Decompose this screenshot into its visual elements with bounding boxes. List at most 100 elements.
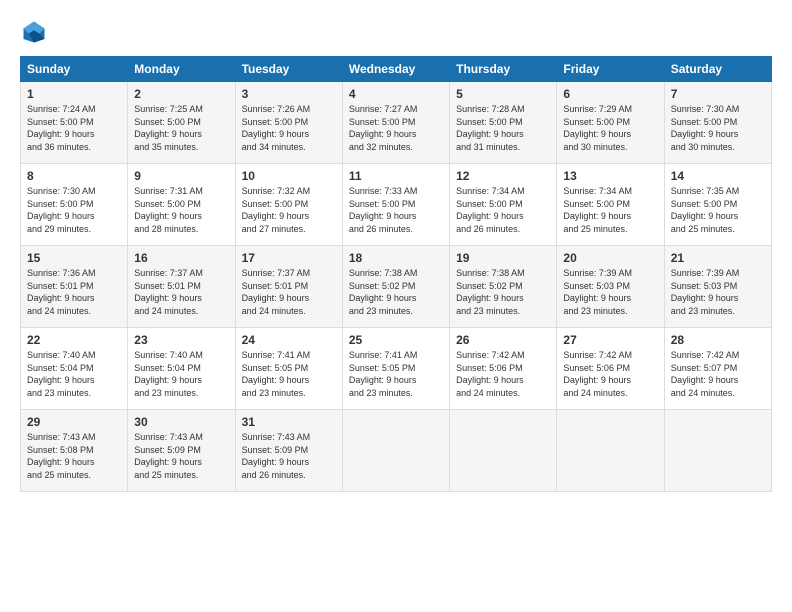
calendar-cell: 2Sunrise: 7:25 AMSunset: 5:00 PMDaylight… xyxy=(128,82,235,164)
cell-info: Sunrise: 7:36 AMSunset: 5:01 PMDaylight:… xyxy=(27,267,121,317)
calendar-cell: 14 Sunrise: 7:35 AMSunset: 5:00 PMDayligh… xyxy=(664,164,771,246)
cell-info: Sunrise: 7:41 AMSunset: 5:05 PMDaylight:… xyxy=(349,349,443,399)
cell-info: Sunrise: 7:43 AMSunset: 5:09 PMDaylight:… xyxy=(242,431,336,481)
cell-info: Sunrise: 7:40 AMSunset: 5:04 PMDaylight:… xyxy=(134,349,228,399)
calendar-cell: 1Sunrise: 7:24 AMSunset: 5:00 PMDaylight… xyxy=(21,82,128,164)
header xyxy=(20,18,772,46)
logo xyxy=(20,18,52,46)
day-number: 14 xyxy=(671,169,765,183)
calendar-cell: 13 Sunrise: 7:34 AMSunset: 5:00 PMDayligh… xyxy=(557,164,664,246)
day-number: 25 xyxy=(349,333,443,347)
calendar-cell: 12 Sunrise: 7:34 AMSunset: 5:00 PMDayligh… xyxy=(450,164,557,246)
cell-info: Sunrise: 7:35 AMSunset: 5:00 PMDaylight:… xyxy=(671,185,765,235)
cell-info: Sunrise: 7:38 AMSunset: 5:02 PMDaylight:… xyxy=(349,267,443,317)
weekday-header: Tuesday xyxy=(235,57,342,82)
cell-info: Sunrise: 7:25 AMSunset: 5:00 PMDaylight:… xyxy=(134,103,228,153)
calendar-week-row: 8 Sunrise: 7:30 AMSunset: 5:00 PMDaylight… xyxy=(21,164,772,246)
weekday-header: Wednesday xyxy=(342,57,449,82)
day-number: 12 xyxy=(456,169,550,183)
calendar-cell: 20Sunrise: 7:39 AMSunset: 5:03 PMDayligh… xyxy=(557,246,664,328)
cell-info: Sunrise: 7:40 AMSunset: 5:04 PMDaylight:… xyxy=(27,349,121,399)
calendar-cell: 6 Sunrise: 7:29 AMSunset: 5:00 PMDaylight… xyxy=(557,82,664,164)
day-number: 22 xyxy=(27,333,121,347)
cell-info: Sunrise: 7:43 AMSunset: 5:09 PMDaylight:… xyxy=(134,431,228,481)
day-number: 24 xyxy=(242,333,336,347)
cell-info: Sunrise: 7:41 AMSunset: 5:05 PMDaylight:… xyxy=(242,349,336,399)
day-number: 10 xyxy=(242,169,336,183)
cell-info: Sunrise: 7:24 AMSunset: 5:00 PMDaylight:… xyxy=(27,103,121,153)
calendar-cell: 15Sunrise: 7:36 AMSunset: 5:01 PMDayligh… xyxy=(21,246,128,328)
calendar-cell: 17 Sunrise: 7:37 AMSunset: 5:01 PMDayligh… xyxy=(235,246,342,328)
calendar-week-row: 1Sunrise: 7:24 AMSunset: 5:00 PMDaylight… xyxy=(21,82,772,164)
day-number: 31 xyxy=(242,415,336,429)
day-number: 5 xyxy=(456,87,550,101)
cell-info: Sunrise: 7:34 AMSunset: 5:00 PMDaylight:… xyxy=(563,185,657,235)
calendar-week-row: 15Sunrise: 7:36 AMSunset: 5:01 PMDayligh… xyxy=(21,246,772,328)
cell-info: Sunrise: 7:28 AMSunset: 5:00 PMDaylight:… xyxy=(456,103,550,153)
calendar-cell xyxy=(342,410,449,492)
day-number: 23 xyxy=(134,333,228,347)
cell-info: Sunrise: 7:42 AMSunset: 5:07 PMDaylight:… xyxy=(671,349,765,399)
calendar-cell: 31 Sunrise: 7:43 AMSunset: 5:09 PMDayligh… xyxy=(235,410,342,492)
calendar-cell: 3Sunrise: 7:26 AMSunset: 5:00 PMDaylight… xyxy=(235,82,342,164)
day-number: 30 xyxy=(134,415,228,429)
calendar-cell: 29 Sunrise: 7:43 AMSunset: 5:08 PMDayligh… xyxy=(21,410,128,492)
calendar-cell: 11 Sunrise: 7:33 AMSunset: 5:00 PMDayligh… xyxy=(342,164,449,246)
calendar-cell xyxy=(450,410,557,492)
day-number: 21 xyxy=(671,251,765,265)
cell-info: Sunrise: 7:42 AMSunset: 5:06 PMDaylight:… xyxy=(456,349,550,399)
calendar-header: SundayMondayTuesdayWednesdayThursdayFrid… xyxy=(21,57,772,82)
calendar-cell xyxy=(557,410,664,492)
day-number: 16 xyxy=(134,251,228,265)
cell-info: Sunrise: 7:38 AMSunset: 5:02 PMDaylight:… xyxy=(456,267,550,317)
calendar-cell: 4 Sunrise: 7:27 AMSunset: 5:00 PMDaylight… xyxy=(342,82,449,164)
cell-info: Sunrise: 7:37 AMSunset: 5:01 PMDaylight:… xyxy=(134,267,228,317)
calendar-cell: 25 Sunrise: 7:41 AMSunset: 5:05 PMDayligh… xyxy=(342,328,449,410)
day-number: 28 xyxy=(671,333,765,347)
cell-info: Sunrise: 7:43 AMSunset: 5:08 PMDaylight:… xyxy=(27,431,121,481)
calendar-cell: 26Sunrise: 7:42 AMSunset: 5:06 PMDayligh… xyxy=(450,328,557,410)
day-number: 7 xyxy=(671,87,765,101)
day-number: 8 xyxy=(27,169,121,183)
day-number: 11 xyxy=(349,169,443,183)
cell-info: Sunrise: 7:32 AMSunset: 5:00 PMDaylight:… xyxy=(242,185,336,235)
calendar-cell: 8 Sunrise: 7:30 AMSunset: 5:00 PMDaylight… xyxy=(21,164,128,246)
calendar-cell: 5 Sunrise: 7:28 AMSunset: 5:00 PMDaylight… xyxy=(450,82,557,164)
day-number: 6 xyxy=(563,87,657,101)
day-number: 17 xyxy=(242,251,336,265)
logo-icon xyxy=(20,18,48,46)
day-number: 4 xyxy=(349,87,443,101)
page: SundayMondayTuesdayWednesdayThursdayFrid… xyxy=(0,0,792,502)
cell-info: Sunrise: 7:37 AMSunset: 5:01 PMDaylight:… xyxy=(242,267,336,317)
day-number: 18 xyxy=(349,251,443,265)
calendar-cell: 22 Sunrise: 7:40 AMSunset: 5:04 PMDayligh… xyxy=(21,328,128,410)
cell-info: Sunrise: 7:39 AMSunset: 5:03 PMDaylight:… xyxy=(671,267,765,317)
cell-info: Sunrise: 7:29 AMSunset: 5:00 PMDaylight:… xyxy=(563,103,657,153)
calendar-cell: 24 Sunrise: 7:41 AMSunset: 5:05 PMDayligh… xyxy=(235,328,342,410)
day-number: 13 xyxy=(563,169,657,183)
day-number: 9 xyxy=(134,169,228,183)
calendar-cell: 7Sunrise: 7:30 AMSunset: 5:00 PMDaylight… xyxy=(664,82,771,164)
calendar-cell xyxy=(664,410,771,492)
weekday-header: Thursday xyxy=(450,57,557,82)
day-number: 19 xyxy=(456,251,550,265)
weekday-header: Sunday xyxy=(21,57,128,82)
calendar-week-row: 29 Sunrise: 7:43 AMSunset: 5:08 PMDayligh… xyxy=(21,410,772,492)
calendar-cell: 9Sunrise: 7:31 AMSunset: 5:00 PMDaylight… xyxy=(128,164,235,246)
cell-info: Sunrise: 7:34 AMSunset: 5:00 PMDaylight:… xyxy=(456,185,550,235)
cell-info: Sunrise: 7:30 AMSunset: 5:00 PMDaylight:… xyxy=(27,185,121,235)
calendar-table: SundayMondayTuesdayWednesdayThursdayFrid… xyxy=(20,56,772,492)
day-number: 27 xyxy=(563,333,657,347)
calendar-cell: 16 Sunrise: 7:37 AMSunset: 5:01 PMDayligh… xyxy=(128,246,235,328)
cell-info: Sunrise: 7:42 AMSunset: 5:06 PMDaylight:… xyxy=(563,349,657,399)
cell-info: Sunrise: 7:27 AMSunset: 5:00 PMDaylight:… xyxy=(349,103,443,153)
calendar-cell: 28 Sunrise: 7:42 AMSunset: 5:07 PMDayligh… xyxy=(664,328,771,410)
calendar-cell: 21 Sunrise: 7:39 AMSunset: 5:03 PMDayligh… xyxy=(664,246,771,328)
calendar-cell: 23 Sunrise: 7:40 AMSunset: 5:04 PMDayligh… xyxy=(128,328,235,410)
day-number: 29 xyxy=(27,415,121,429)
calendar-cell: 19 Sunrise: 7:38 AMSunset: 5:02 PMDayligh… xyxy=(450,246,557,328)
weekday-header: Saturday xyxy=(664,57,771,82)
weekday-header: Friday xyxy=(557,57,664,82)
cell-info: Sunrise: 7:33 AMSunset: 5:00 PMDaylight:… xyxy=(349,185,443,235)
calendar-cell: 18 Sunrise: 7:38 AMSunset: 5:02 PMDayligh… xyxy=(342,246,449,328)
